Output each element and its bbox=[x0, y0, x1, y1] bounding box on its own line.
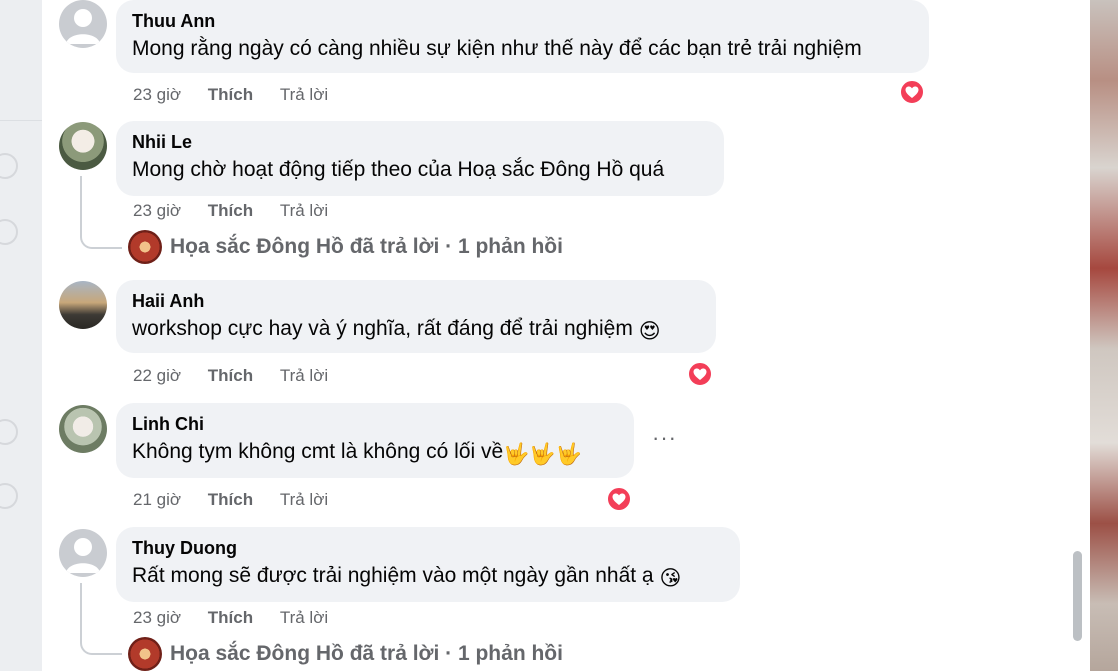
comment-bubble: Nhii Le Mong chờ hoạt động tiếp theo của… bbox=[116, 121, 724, 196]
avatar[interactable] bbox=[59, 529, 107, 577]
heart-reaction-icon[interactable] bbox=[687, 361, 713, 387]
kiss-emoji-icon: 😘 bbox=[659, 567, 682, 590]
more-options-icon[interactable]: ··· bbox=[652, 425, 677, 451]
comment-time[interactable]: 23 giờ bbox=[133, 85, 181, 105]
like-button[interactable]: Thích bbox=[208, 366, 253, 386]
avatar[interactable] bbox=[59, 281, 107, 329]
thread-line bbox=[80, 176, 122, 249]
comment-author[interactable]: Haii Anh bbox=[132, 290, 700, 312]
comment-text-content: Rất mong sẽ được trải nghiệm vào một ngà… bbox=[132, 564, 654, 587]
replies-link[interactable]: Họa sắc Đông Hồ đã trả lời · 1 phản hồi bbox=[128, 229, 563, 265]
divider bbox=[0, 120, 42, 121]
rock-hand-emoji-icon: 🤟🤟🤟 bbox=[503, 443, 582, 466]
faded-icon bbox=[0, 419, 18, 445]
like-button[interactable]: Thích bbox=[208, 201, 253, 221]
page-avatar bbox=[128, 230, 162, 264]
comment-bubble: Linh Chi Không tym không cmt là không có… bbox=[116, 403, 634, 478]
avatar[interactable] bbox=[59, 0, 107, 48]
comment-text: Không tym không cmt là không có lối về🤟🤟… bbox=[132, 437, 618, 470]
comment-text: Mong chờ hoạt động tiếp theo của Hoạ sắc… bbox=[132, 158, 665, 181]
reply-button[interactable]: Trả lời bbox=[280, 85, 328, 105]
faded-icon bbox=[0, 483, 18, 509]
comment-text: Rất mong sẽ được trải nghiệm vào một ngà… bbox=[132, 561, 724, 594]
avatar[interactable] bbox=[59, 122, 107, 170]
scrollbar-thumb[interactable] bbox=[1073, 551, 1082, 641]
comment-author[interactable]: Nhii Le bbox=[132, 131, 708, 153]
avatar[interactable] bbox=[59, 405, 107, 453]
comment-text-content: Không tym không cmt là không có lối về bbox=[132, 440, 504, 463]
faded-icon bbox=[0, 219, 18, 245]
comment-author[interactable]: Thuu Ann bbox=[132, 10, 913, 32]
default-avatar-icon bbox=[66, 9, 100, 44]
comment-actions: 23 giờ Thích Trả lời bbox=[133, 201, 328, 221]
page-avatar bbox=[128, 637, 162, 671]
background-photo-edge bbox=[1090, 0, 1118, 671]
reply-button[interactable]: Trả lời bbox=[280, 366, 328, 386]
comment-actions: 23 giờ Thích Trả lời bbox=[133, 85, 328, 105]
faded-icon bbox=[0, 153, 18, 179]
comment-time[interactable]: 22 giờ bbox=[133, 366, 181, 386]
thread-line bbox=[80, 583, 122, 655]
comment-time[interactable]: 21 giờ bbox=[133, 490, 181, 510]
comment-text: workshop cực hay và ý nghĩa, rất đáng để… bbox=[132, 314, 700, 347]
like-button[interactable]: Thích bbox=[208, 608, 253, 628]
like-button[interactable]: Thích bbox=[208, 85, 253, 105]
comment-actions: 21 giờ Thích Trả lời bbox=[133, 490, 328, 510]
reply-button[interactable]: Trả lời bbox=[280, 490, 328, 510]
comment-author[interactable]: Linh Chi bbox=[132, 413, 618, 435]
reply-button[interactable]: Trả lời bbox=[280, 608, 328, 628]
heart-reaction-icon[interactable] bbox=[899, 79, 925, 105]
heart-reaction-icon[interactable] bbox=[606, 486, 632, 512]
reply-button[interactable]: Trả lời bbox=[280, 201, 328, 221]
like-button[interactable]: Thích bbox=[208, 490, 253, 510]
comment-time[interactable]: 23 giờ bbox=[133, 201, 181, 221]
comment-time[interactable]: 23 giờ bbox=[133, 608, 181, 628]
reply-summary: Họa sắc Đông Hồ đã trả lời · 1 phản hồi bbox=[170, 235, 563, 258]
comment-text: Mong rằng ngày có càng nhiều sự kiện như… bbox=[132, 37, 862, 60]
comment-bubble: Haii Anh workshop cực hay và ý nghĩa, rấ… bbox=[116, 280, 716, 353]
default-avatar-icon bbox=[66, 538, 100, 573]
heart-eyes-emoji-icon: 😍 bbox=[638, 320, 661, 343]
comment-bubble: Thuu Ann Mong rằng ngày có càng nhiều sự… bbox=[116, 0, 929, 73]
left-background-strip bbox=[0, 0, 42, 671]
comment-text-content: workshop cực hay và ý nghĩa, rất đáng để… bbox=[132, 317, 633, 340]
replies-link[interactable]: Họa sắc Đông Hồ đã trả lời · 1 phản hồi bbox=[128, 636, 563, 671]
comment-author[interactable]: Thuy Duong bbox=[132, 537, 724, 559]
comment-bubble: Thuy Duong Rất mong sẽ được trải nghiệm … bbox=[116, 527, 740, 602]
comment-actions: 22 giờ Thích Trả lời bbox=[133, 366, 328, 386]
comment-actions: 23 giờ Thích Trả lời bbox=[133, 608, 328, 628]
reply-summary: Họa sắc Đông Hồ đã trả lời · 1 phản hồi bbox=[170, 642, 563, 665]
comments-panel: Thuu Ann Mong rằng ngày có càng nhiều sự… bbox=[42, 0, 1090, 671]
